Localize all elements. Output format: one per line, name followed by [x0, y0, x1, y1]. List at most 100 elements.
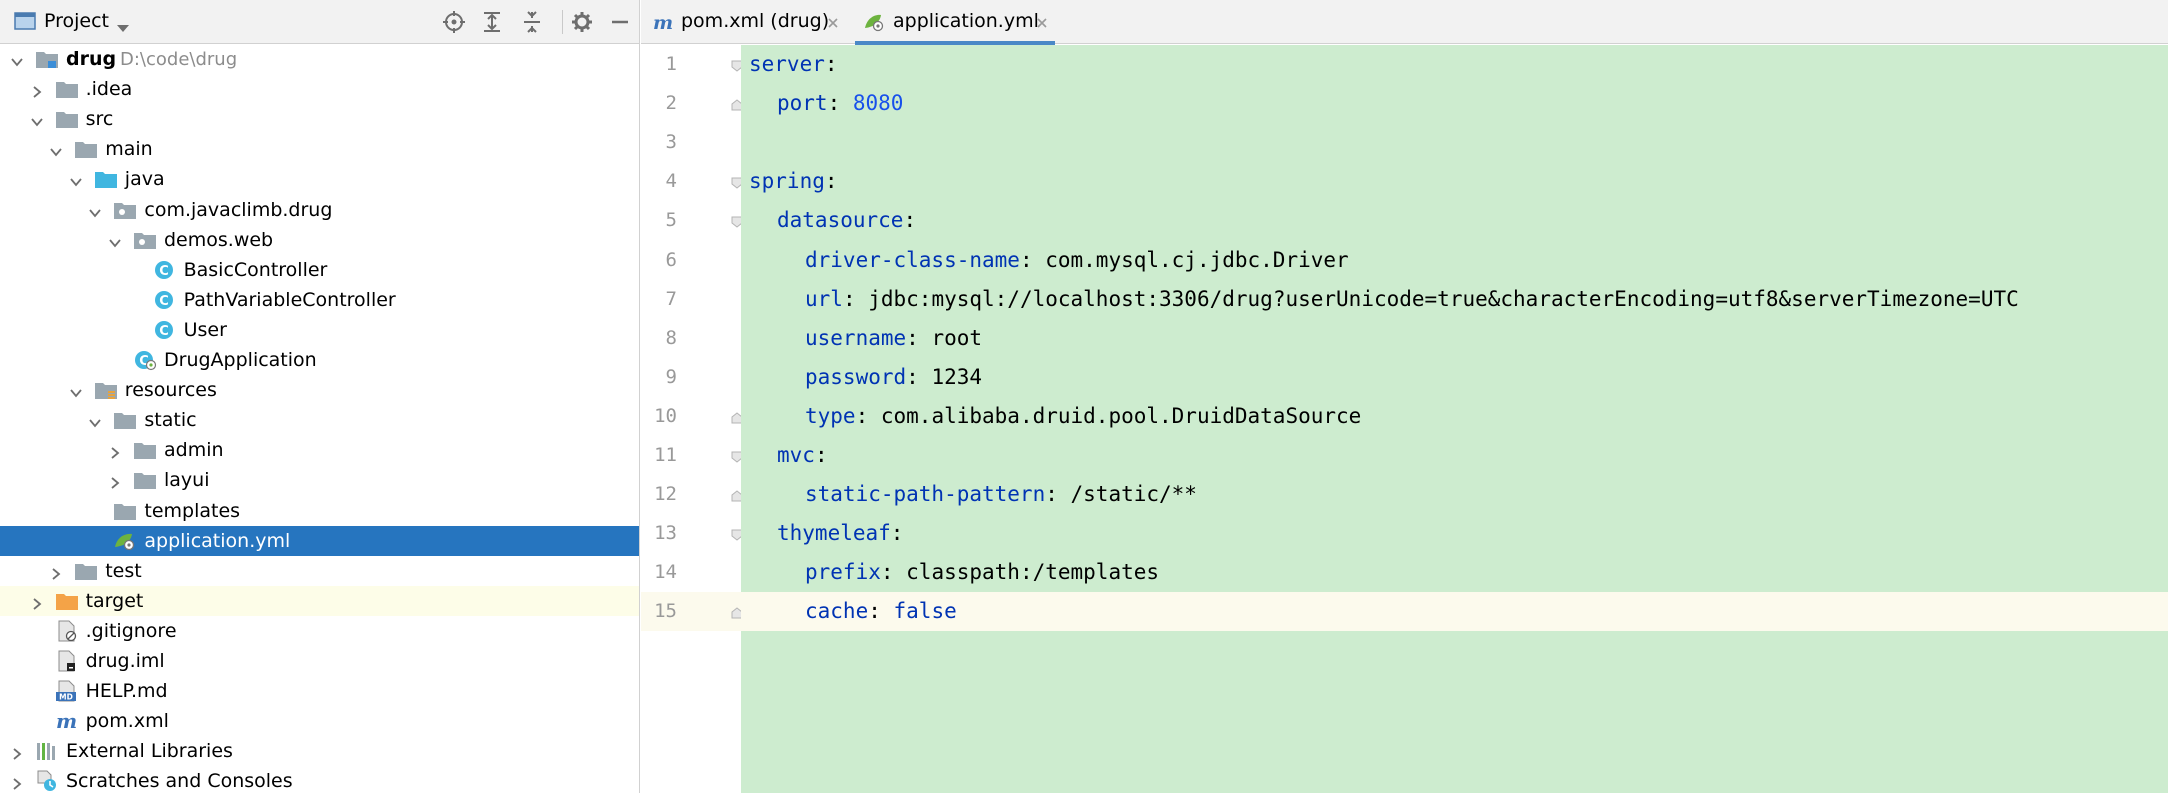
collapse-all-button[interactable]	[518, 8, 546, 36]
tree-item-drug[interactable]: drug D:\code\drug	[0, 44, 639, 74]
tree-item-static[interactable]: static	[0, 405, 639, 435]
tree-item-label: demos.web	[164, 228, 274, 251]
chevron-down-icon[interactable]	[88, 413, 102, 428]
svg-text:m: m	[56, 710, 77, 732]
code-line[interactable]: static-path-pattern: /static/**	[741, 475, 2168, 514]
chevron-right-icon[interactable]	[10, 744, 24, 760]
tree-item-drug-iml[interactable]: drug.iml	[0, 646, 639, 676]
tree-item-basiccontroller[interactable]: C BasicController	[0, 255, 639, 285]
yaml-separator: :	[827, 91, 853, 116]
code-line[interactable]: server:	[741, 45, 2168, 84]
yaml-key: url	[805, 286, 843, 311]
close-icon[interactable]	[826, 13, 840, 28]
chevron-right-icon[interactable]	[30, 594, 44, 610]
tree-item-label: drug.iml	[85, 650, 165, 672]
tree-item-gitignore[interactable]: .gitignore	[0, 616, 639, 646]
yaml-value: root	[931, 325, 983, 350]
chevron-down-icon[interactable]	[30, 112, 44, 127]
svg-text:C: C	[159, 324, 169, 339]
tab-application-yml[interactable]: application.yml	[855, 0, 1055, 45]
chevron-down-icon[interactable]	[116, 18, 130, 32]
chevron-right-icon[interactable]	[49, 564, 63, 580]
project-view-selector[interactable]: Project	[44, 10, 109, 32]
chevron-down-icon[interactable]	[88, 203, 102, 217]
tree-item-label: java	[124, 168, 165, 191]
chevron-right-icon[interactable]	[10, 774, 24, 791]
folder-icon	[74, 138, 98, 160]
code-line[interactable]: url: jdbc:mysql://localhost:3306/drug?us…	[741, 280, 2168, 319]
chevron-right-icon[interactable]	[108, 473, 122, 490]
tree-item-label: DrugApplication	[164, 349, 317, 371]
tree-item-java[interactable]: java	[0, 164, 639, 194]
code-line[interactable]: port: 8080	[741, 84, 2168, 123]
tree-item-src[interactable]: src	[0, 104, 639, 134]
tree-item-label: test	[105, 559, 142, 582]
code-line[interactable]: spring:	[741, 162, 2168, 201]
code-line[interactable]: type: com.alibaba.druid.pool.DruidDataSo…	[741, 397, 2168, 436]
yaml-separator: :	[868, 599, 894, 624]
folder-icon	[133, 469, 157, 491]
tree-item-pathvariablecontroller[interactable]: C PathVariableController	[0, 285, 639, 315]
chevron-right-icon[interactable]	[108, 443, 122, 459]
yaml-key: spring	[749, 169, 825, 194]
chevron-down-icon[interactable]	[69, 383, 83, 398]
expand-all-button[interactable]	[478, 8, 506, 36]
code-editor[interactable]: 1 2 3 4 5 6 7 8 9 10 11 12 13 14 15 server: port: 8080 s…	[641, 45, 2168, 793]
chevron-down-icon[interactable]	[69, 172, 83, 187]
line-number: 8	[665, 326, 677, 349]
code-line[interactable]: thymeleaf:	[741, 514, 2168, 553]
chevron-right-icon[interactable]	[30, 82, 44, 98]
tree-item-label: src	[85, 108, 114, 131]
line-number: 9	[665, 365, 677, 388]
yaml-value: /static/**	[1070, 482, 1197, 507]
tree-item-pom-xml[interactable]: m pom.xml	[0, 706, 639, 736]
chevron-down-icon[interactable]	[49, 142, 63, 157]
tree-item-label: BasicController	[183, 258, 328, 281]
tree-item-label: templates	[144, 499, 241, 522]
tree-item-scratches-and-consoles[interactable]: Scratches and Consoles	[0, 766, 639, 793]
tree-item-drugapplication[interactable]: C DrugApplication	[0, 345, 639, 375]
tree-item-label: HELP.md	[85, 680, 168, 703]
gear-icon[interactable]	[568, 8, 596, 36]
code-area[interactable]: server: port: 8080 spring: datasource: drive…	[741, 45, 2168, 793]
class-icon: C	[153, 259, 177, 281]
tree-item-label: static	[144, 409, 197, 432]
code-line[interactable]: driver-class-name: com.mysql.cj.jdbc.Dri…	[741, 241, 2168, 280]
tree-item-help-md[interactable]: MD HELP.md	[0, 676, 639, 706]
yaml-key: type	[805, 403, 856, 428]
code-line[interactable]: datasource:	[741, 201, 2168, 240]
yaml-value: false	[893, 599, 957, 624]
tree-item-target[interactable]: target	[0, 585, 639, 616]
gitignore-file-icon	[55, 620, 79, 642]
folder-icon	[113, 500, 137, 522]
tree-item-application-yml[interactable]: application.yml	[0, 525, 639, 556]
chevron-down-icon[interactable]	[10, 52, 24, 67]
tree-item-main[interactable]: main	[0, 134, 639, 164]
close-icon[interactable]	[1035, 13, 1049, 28]
yaml-key: password	[805, 364, 907, 389]
tree-item-admin[interactable]: admin	[0, 435, 639, 465]
hide-panel-button[interactable]	[606, 8, 634, 36]
tree-item-layui[interactable]: layui	[0, 465, 639, 495]
yaml-key: driver-class-name	[805, 247, 1020, 272]
code-line[interactable]: prefix: classpath:/templates	[741, 553, 2168, 592]
tree-item-resources[interactable]: resources	[0, 375, 639, 405]
tree-item-test[interactable]: test	[0, 556, 639, 586]
code-line[interactable]: cache: false	[741, 592, 2168, 632]
tree-item-label: application.yml	[144, 529, 291, 552]
tree-item-demos-web[interactable]: demos.web	[0, 225, 639, 255]
code-line[interactable]	[741, 123, 2168, 162]
tree-item-idea[interactable]: .idea	[0, 74, 639, 104]
tree-item-templates[interactable]: templates	[0, 496, 639, 526]
code-line[interactable]: mvc:	[741, 436, 2168, 475]
tree-item-user[interactable]: C User	[0, 315, 639, 345]
locate-file-button[interactable]	[440, 8, 468, 36]
tree-item-external-libraries[interactable]: External Libraries	[0, 736, 639, 766]
code-line[interactable]: password: 1234	[741, 358, 2168, 397]
tree-item-com-javaclimb-drug[interactable]: com.javaclimb.drug	[0, 195, 639, 225]
code-line[interactable]: username: root	[741, 319, 2168, 358]
line-number: 2	[665, 92, 677, 115]
tab-pom-xml[interactable]: m pom.xml (drug)	[641, 0, 846, 44]
tree-item-label: pom.xml	[85, 710, 169, 733]
chevron-down-icon[interactable]	[108, 233, 122, 247]
